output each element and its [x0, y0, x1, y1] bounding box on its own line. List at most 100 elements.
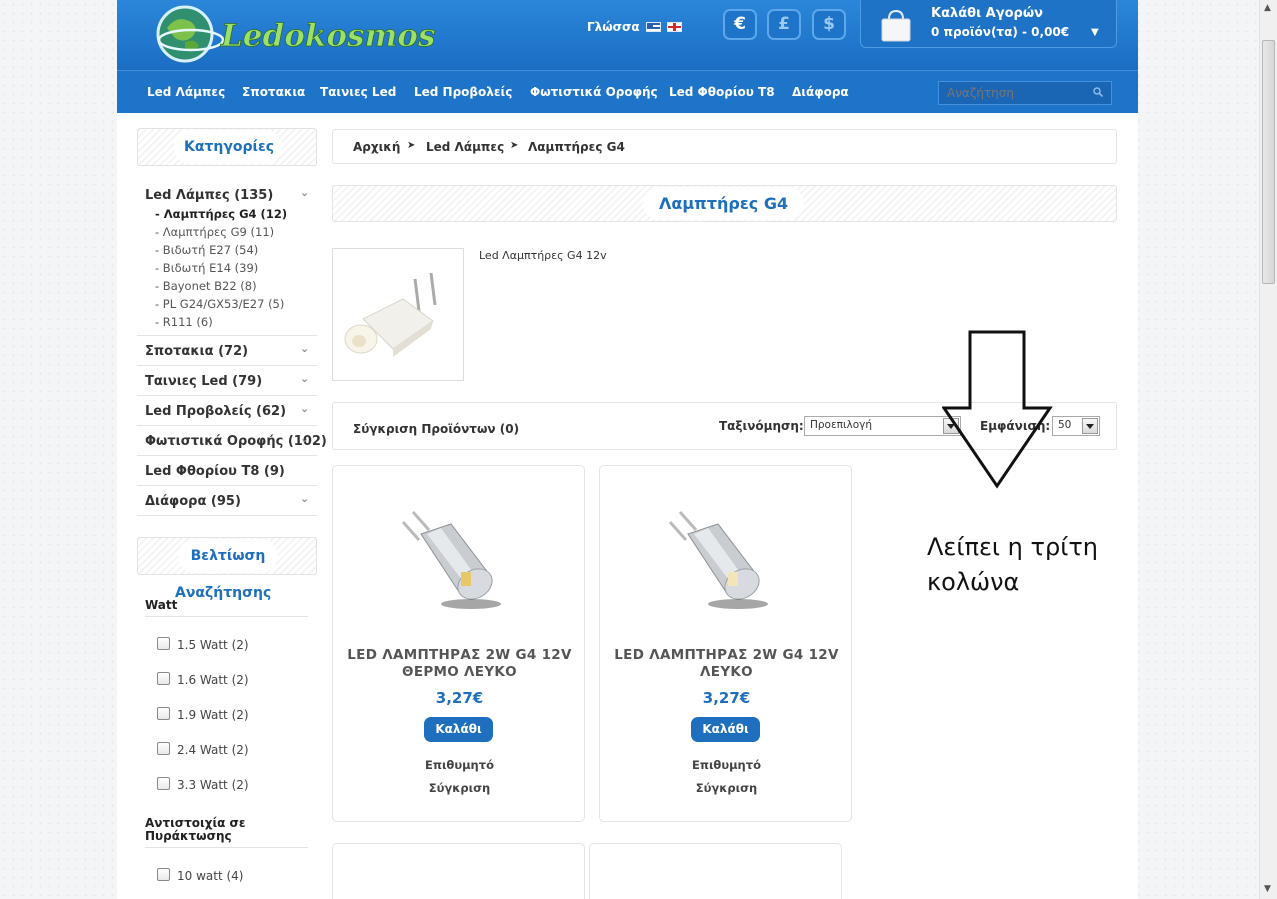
main-nav: Led Λάμπες Σποτακια Ταινιες Led Led Προβ…: [117, 70, 1138, 113]
filter-checkbox[interactable]: [157, 777, 170, 790]
divider: [145, 847, 308, 848]
filter-checkbox[interactable]: [157, 637, 170, 650]
add-to-cart-button[interactable]: Καλάθι: [691, 717, 760, 742]
filter-option-label: 2.4 Watt (2): [177, 743, 249, 757]
nav-item-spots[interactable]: Σποτακια: [242, 85, 305, 99]
dropdown-arrow-icon[interactable]: [1082, 418, 1098, 434]
refine-search-header: Βελτίωση: [137, 537, 317, 575]
caret-down-icon[interactable]: ▼: [1091, 27, 1099, 38]
g4-bulb-image: [333, 249, 463, 380]
wishlist-link[interactable]: Επιθυμητό: [600, 758, 853, 772]
chevron-down-icon[interactable]: ⌄: [300, 342, 309, 355]
header: Ledokosmos Γλώσσα € £ $ Καλάθι Αγορών 0 …: [117, 0, 1138, 70]
cart-summary: 0 προϊόν(τα) - 0,00€: [931, 25, 1070, 39]
product-image[interactable]: [658, 504, 778, 614]
subcategory-b22[interactable]: - Bayonet B22 (8): [155, 279, 257, 293]
product-price: 3,27€: [435, 689, 484, 707]
product-name-line2: ΛΕΥΚΟ: [700, 664, 753, 680]
product-card: LED ΛΑΜΠΤΗΡΑΣ 2W G4 12V ΘΕΡΜΟ ΛΕΥΚΟ 3,27…: [332, 465, 585, 822]
product-name-line1: LED ΛΑΜΠΤΗΡΑΣ 2W G4 12V: [614, 647, 839, 663]
breadcrumb-current: Λαμπτήρες G4: [528, 140, 625, 154]
filter-equivalent-title-2: Πυράκτωσης: [145, 829, 232, 843]
subcategory-g4[interactable]: - Λαμπτήρες G4 (12): [155, 207, 287, 221]
filter-checkbox[interactable]: [157, 672, 170, 685]
subcategory-g9[interactable]: - Λαμπτήρες G9 (11): [155, 225, 274, 239]
breadcrumb-led-lamps[interactable]: Led Λάμπες: [426, 140, 504, 154]
nav-item-misc[interactable]: Διάφορα: [792, 85, 849, 99]
scroll-down-arrow-icon[interactable]: ▼: [1264, 884, 1271, 894]
language-switcher: Γλώσσα: [587, 20, 682, 34]
chevron-down-icon[interactable]: ⌄: [300, 432, 309, 445]
language-label: Γλώσσα: [587, 20, 640, 34]
search-input[interactable]: [938, 81, 1112, 105]
nav-item-floodlights[interactable]: Led Προβολείς: [414, 85, 512, 99]
annotation-text: Λείπει η τρίτη κολώνα: [927, 530, 1127, 600]
category-item-spots[interactable]: Σποτακια (72) ⌄: [137, 336, 317, 366]
product-name[interactable]: LED ΛΑΜΠΤΗΡΑΣ 2W G4 12V ΛΕΥΚΟ: [600, 647, 853, 681]
currency-dollar-button[interactable]: $: [812, 9, 846, 40]
product-name-line1: LED ΛΑΜΠΤΗΡΑΣ 2W G4 12V: [347, 647, 572, 663]
limit-select[interactable]: 50: [1052, 416, 1100, 436]
subcategory-r111[interactable]: - R111 (6): [155, 315, 213, 329]
filter-checkbox[interactable]: [157, 707, 170, 720]
subcategory-pl[interactable]: - PL G24/GX53/E27 (5): [155, 297, 284, 311]
compare-link[interactable]: Σύγκριση: [600, 781, 853, 795]
category-item-led-lamps[interactable]: Led Λάμπες (135) ⌄: [137, 180, 317, 210]
chevron-down-icon[interactable]: ⌄: [300, 402, 309, 415]
category-label: Led Προβολείς (62): [145, 404, 287, 419]
nav-item-t8-tubes[interactable]: Led Φθορίου T8: [669, 85, 775, 99]
chevron-down-icon[interactable]: ⌄: [300, 372, 309, 385]
category-label: Led Φθορίου T8 (9): [145, 464, 285, 479]
product-price: 3,27€: [702, 689, 751, 707]
filter-option-label: 1.6 Watt (2): [177, 673, 249, 687]
category-item-strips[interactable]: Ταινιες Led (79) ⌄: [137, 366, 317, 396]
search-icon[interactable]: [1093, 87, 1103, 97]
shopping-bag-icon: [881, 9, 911, 42]
add-to-cart-button[interactable]: Καλάθι: [424, 717, 493, 742]
product-name-line2: ΘΕΡΜΟ ΛΕΥΚΟ: [402, 664, 517, 680]
product-name[interactable]: LED ΛΑΜΠΤΗΡΑΣ 2W G4 12V ΘΕΡΜΟ ΛΕΥΚΟ: [333, 647, 586, 681]
category-item-ceiling[interactable]: Φωτιστικά Οροφής (102) ⌄: [137, 426, 327, 456]
category-item-misc[interactable]: Διάφορα (95) ⌄: [137, 486, 317, 516]
breadcrumb-home[interactable]: Αρχική: [353, 140, 400, 154]
sort-select[interactable]: Προεπιλογή: [804, 416, 961, 436]
greek-flag-icon[interactable]: [645, 22, 661, 32]
wishlist-link[interactable]: Επιθυμητό: [333, 758, 586, 772]
vertical-scrollbar[interactable]: ▲ ▼: [1259, 0, 1277, 899]
product-card: LED ΛΑΜΠΤΗΡΑΣ 2W G4 12V ΛΕΥΚΟ 3,27€ Καλά…: [599, 465, 852, 822]
english-flag-icon[interactable]: [666, 22, 682, 32]
divider: [145, 616, 308, 617]
currency-euro-button[interactable]: €: [723, 9, 757, 40]
nav-item-led-lamps[interactable]: Led Λάμπες: [147, 85, 225, 99]
compare-link[interactable]: Σύγκριση: [333, 781, 586, 795]
site-logo[interactable]: Ledokosmos: [151, 2, 451, 66]
scrollbar-thumb[interactable]: [1262, 40, 1275, 284]
svg-text:Ledokosmos: Ledokosmos: [220, 18, 435, 54]
currency-pound-button[interactable]: £: [767, 9, 801, 40]
breadcrumb-arrow-icon: ➤: [407, 140, 416, 151]
page-title-bar: Λαμπτήρες G4: [332, 185, 1117, 222]
category-label: Σποτακια (72): [145, 344, 249, 359]
category-item-floodlights[interactable]: Led Προβολείς (62) ⌄: [137, 396, 317, 426]
subcategory-e14[interactable]: - Βιδωτή E14 (39): [155, 261, 258, 275]
filter-checkbox[interactable]: [157, 868, 170, 881]
chevron-down-icon[interactable]: ⌄: [300, 186, 309, 199]
nav-item-led-strips[interactable]: Ταινιες Led: [320, 85, 396, 99]
product-image[interactable]: [391, 504, 511, 614]
product-compare-link[interactable]: Σύγκριση Προϊόντων (0): [353, 422, 519, 436]
filter-option-label: 1.9 Watt (2): [177, 708, 249, 722]
subcategory-e27[interactable]: - Βιδωτή E27 (54): [155, 243, 258, 257]
scroll-up-arrow-icon[interactable]: ▲: [1264, 3, 1271, 13]
category-label: Διάφορα (95): [145, 494, 241, 509]
category-item-t8[interactable]: Led Φθορίου T8 (9): [137, 456, 317, 486]
chevron-down-icon[interactable]: ⌄: [300, 492, 309, 505]
refine-title-line1: Βελτίωση: [178, 539, 278, 573]
nav-item-ceiling-lights[interactable]: Φωτιστικά Οροφής: [530, 85, 658, 99]
filter-checkbox[interactable]: [157, 742, 170, 755]
page-title: Λαμπτήρες G4: [643, 187, 805, 220]
cart-title: Καλάθι Αγορών: [931, 6, 1043, 21]
cart-widget[interactable]: Καλάθι Αγορών 0 προϊόν(τα) - 0,00€ ▼: [860, 0, 1117, 48]
annotation-line1: Λείπει η τρίτη: [927, 533, 1098, 561]
categories-header: Κατηγορίες: [137, 128, 317, 166]
filter-option-label: 3.3 Watt (2): [177, 778, 249, 792]
